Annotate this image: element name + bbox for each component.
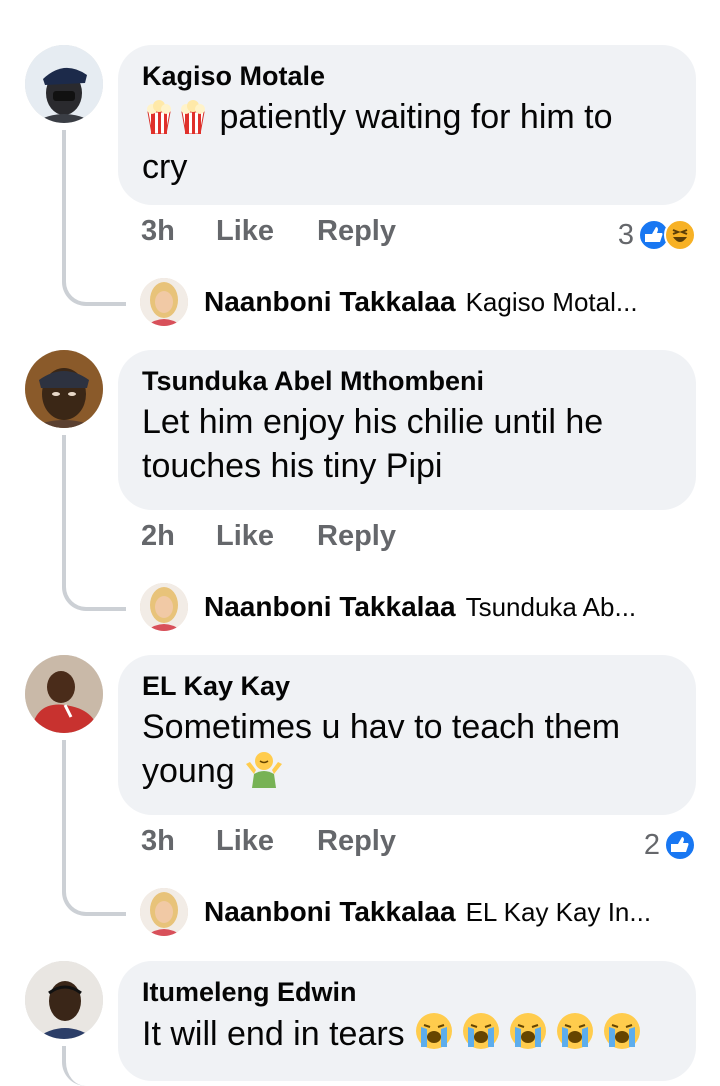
comment-author[interactable]: Itumeleng Edwin bbox=[142, 975, 672, 1009]
reply-button[interactable]: Reply bbox=[317, 215, 396, 248]
reply-thread-line bbox=[62, 740, 126, 916]
comment-text-line2: cry bbox=[142, 148, 188, 186]
comment-thread: EL Kay Kay Sometimes u hav to teach them… bbox=[0, 655, 720, 960]
comment-text-line1: Sometimes u hav to teach them bbox=[142, 708, 621, 746]
like-button[interactable]: Like bbox=[216, 825, 274, 858]
reply-preview-text: Kagiso Motal... bbox=[465, 286, 638, 317]
reply-author[interactable]: Naanboni Takkalaa bbox=[204, 591, 456, 623]
reply-preview-row[interactable]: Naanboni Takkalaa Kagiso Motal... bbox=[140, 277, 638, 327]
avatar[interactable] bbox=[25, 350, 103, 428]
comment-text: Sometimes u hav to teach them young bbox=[142, 705, 672, 799]
comment-text-line1: It will end in tears bbox=[142, 1015, 415, 1053]
reply-avatar bbox=[140, 583, 188, 631]
reply-thread-line bbox=[62, 435, 126, 611]
reaction-summary[interactable]: 3 bbox=[618, 215, 696, 255]
like-reaction-icon bbox=[664, 829, 696, 861]
comment-thread: Itumeleng Edwin It will end in tears bbox=[0, 961, 720, 1086]
comment-time[interactable]: 2h bbox=[141, 520, 175, 553]
reply-thread-line bbox=[62, 130, 126, 306]
comment-text: patiently waiting for him to cry bbox=[142, 95, 672, 189]
reply-button[interactable]: Reply bbox=[317, 520, 396, 553]
popcorn-icon bbox=[176, 100, 210, 145]
comment-author[interactable]: Kagiso Motale bbox=[142, 59, 672, 93]
reply-preview-row[interactable]: Naanboni Takkalaa Tsunduka Ab... bbox=[140, 582, 636, 632]
reaction-summary[interactable]: 2 bbox=[644, 825, 696, 865]
like-button[interactable]: Like bbox=[216, 215, 274, 248]
comment-bubble: EL Kay Kay Sometimes u hav to teach them… bbox=[118, 655, 696, 815]
reply-author[interactable]: Naanboni Takkalaa bbox=[204, 286, 456, 318]
comment-text-line1: Let him enjoy his chilie until he bbox=[142, 403, 604, 441]
reply-author[interactable]: Naanboni Takkalaa bbox=[204, 896, 456, 928]
comment-time[interactable]: 3h bbox=[141, 215, 175, 248]
reaction-count: 2 bbox=[643, 828, 660, 861]
comment-thread: Tsunduka Abel Mthombeni Let him enjoy hi… bbox=[0, 350, 720, 655]
reply-preview-row[interactable]: Naanboni Takkalaa EL Kay Kay In... bbox=[140, 887, 651, 937]
avatar[interactable] bbox=[25, 655, 103, 733]
reply-button[interactable]: Reply bbox=[317, 825, 396, 858]
reply-avatar bbox=[140, 278, 188, 326]
reply-preview-text: EL Kay Kay In... bbox=[465, 896, 652, 927]
comment-author[interactable]: EL Kay Kay bbox=[142, 669, 672, 703]
comment-text: Let him enjoy his chilie until he touche… bbox=[142, 400, 672, 488]
reply-avatar bbox=[140, 888, 188, 936]
avatar[interactable] bbox=[25, 961, 103, 1039]
haha-reaction-icon bbox=[664, 219, 696, 251]
person-shrugging-icon bbox=[244, 750, 284, 799]
reply-thread-line bbox=[62, 1046, 126, 1086]
reaction-count: 3 bbox=[617, 218, 634, 251]
comment-thread: Kagiso Motale patiently waiting for him … bbox=[0, 45, 720, 350]
comment-text-line2: touches his tiny Pipi bbox=[142, 447, 443, 485]
comment-time[interactable]: 3h bbox=[141, 825, 175, 858]
avatar[interactable] bbox=[25, 45, 103, 123]
comment-text-line2: young bbox=[142, 752, 245, 790]
reply-preview-text: Tsunduka Ab... bbox=[465, 591, 637, 622]
comment-bubble: Tsunduka Abel Mthombeni Let him enjoy hi… bbox=[118, 350, 696, 510]
loudly-crying-face-icon bbox=[414, 1011, 642, 1062]
comment-author[interactable]: Tsunduka Abel Mthombeni bbox=[142, 364, 672, 398]
popcorn-icon bbox=[142, 100, 176, 145]
comment-bubble: Itumeleng Edwin It will end in tears bbox=[118, 961, 696, 1081]
comment-text: It will end in tears bbox=[142, 1011, 672, 1062]
comment-text-line1: patiently waiting for him to bbox=[210, 98, 613, 136]
comment-bubble: Kagiso Motale patiently waiting for him … bbox=[118, 45, 696, 205]
like-button[interactable]: Like bbox=[216, 520, 274, 553]
